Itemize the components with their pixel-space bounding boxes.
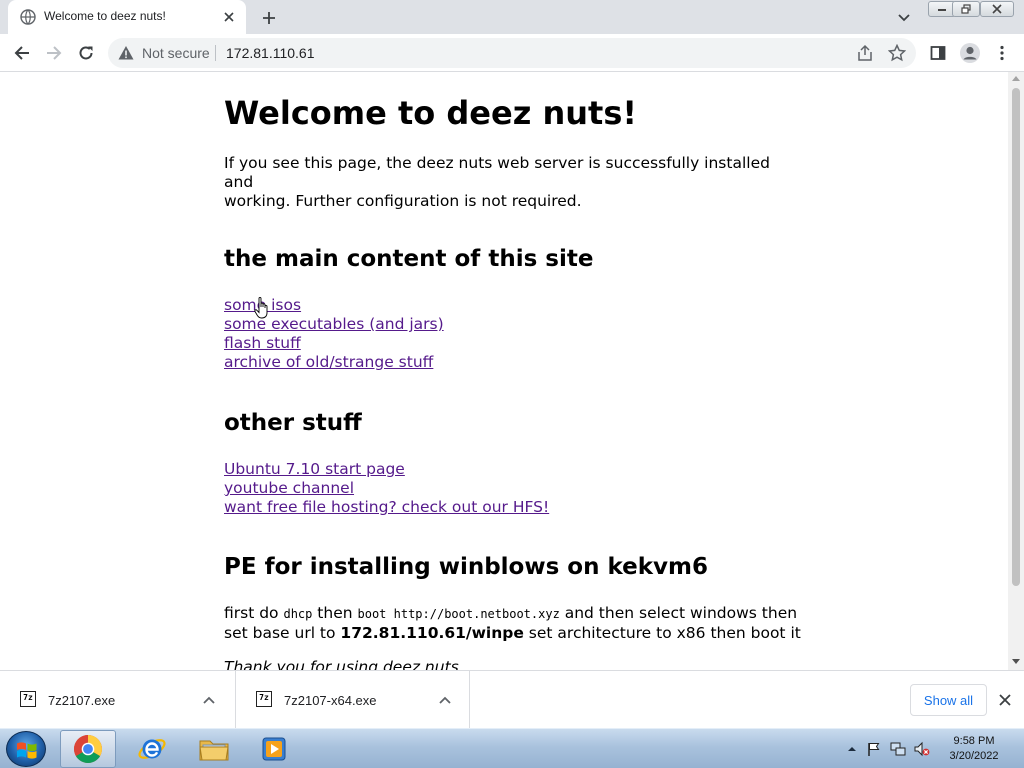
pe-text: and then select windows then (559, 604, 798, 622)
show-hidden-icons-icon[interactable] (844, 741, 860, 757)
tab-close-icon[interactable] (220, 8, 238, 26)
windows-logo-icon (17, 742, 37, 759)
network-icon[interactable] (890, 741, 906, 757)
thanks-text: Thank you for using deez nuts. (224, 658, 464, 670)
archive-file-icon: 7z (20, 691, 36, 707)
page-viewport[interactable]: Welcome to deez nuts! If you see this pa… (0, 72, 1008, 670)
tab-search-button[interactable] (894, 8, 914, 28)
taskbar-internet-explorer[interactable] (124, 730, 180, 768)
profile-button[interactable] (958, 41, 982, 65)
intro-paragraph: If you see this page, the deez nuts web … (224, 154, 784, 211)
security-status[interactable]: Not secure (142, 45, 210, 61)
intro-line: If you see this page, the deez nuts web … (224, 154, 770, 191)
action-center-flag-icon[interactable] (866, 741, 882, 757)
scroll-down-arrow-icon[interactable] (1012, 659, 1020, 664)
taskbar-clock[interactable]: 9:58 PM 3/20/2022 (936, 734, 1012, 764)
link-youtube-channel[interactable]: youtube channel (224, 479, 354, 497)
restore-icon (961, 4, 971, 14)
browser-tab[interactable]: Welcome to deez nuts! (8, 0, 246, 34)
folder-icon (199, 740, 229, 761)
bookmark-star-icon[interactable] (888, 44, 906, 62)
warning-icon[interactable] (118, 45, 134, 61)
pe-base-url: 172.81.110.61/winpe (340, 624, 524, 642)
chevron-down-icon (898, 14, 910, 22)
downloads-bar: 7z 7z2107.exe 7z 7z2107-x64.exe Show all (0, 670, 1024, 729)
media-player-icon (262, 737, 286, 761)
taskbar-chrome[interactable] (60, 730, 116, 768)
menu-button[interactable] (990, 41, 1014, 65)
arrow-right-icon (47, 46, 62, 60)
arrow-left-icon (14, 46, 29, 60)
link-flash-stuff[interactable]: flash stuff (224, 334, 301, 352)
pe-text: set architecture to x86 then boot it (523, 624, 801, 642)
chrome-icon (74, 735, 102, 763)
address-bar[interactable]: Not secure 172.81.110.61 (108, 38, 916, 68)
avatar-icon (960, 43, 980, 63)
section-heading-main-content: the main content of this site (224, 246, 594, 272)
taskbar-media-player[interactable] (246, 730, 302, 768)
section-heading-other-stuff: other stuff (224, 410, 362, 436)
chevron-up-icon[interactable] (438, 693, 452, 707)
side-panel-icon (930, 46, 946, 60)
reload-button[interactable] (74, 41, 98, 65)
intro-line: working. Further configuration is not re… (224, 192, 582, 210)
taskbar-file-explorer[interactable] (186, 730, 242, 768)
download-item[interactable]: 7z 7z2107-x64.exe (236, 671, 470, 729)
new-tab-button[interactable] (258, 7, 280, 29)
link-hfs-hosting[interactable]: want free file hosting? check out our HF… (224, 498, 549, 516)
window-close-button[interactable] (980, 1, 1014, 17)
chevron-up-icon[interactable] (202, 693, 216, 707)
reload-icon (79, 46, 93, 60)
tab-title: Welcome to deez nuts! (44, 9, 166, 23)
side-panel-button[interactable] (926, 41, 950, 65)
download-filename: 7z2107-x64.exe (284, 693, 377, 708)
start-button[interactable] (6, 731, 46, 767)
pe-instructions: first do dhcp then boot http://boot.netb… (224, 604, 804, 643)
address-separator (215, 45, 216, 61)
share-icon[interactable] (856, 44, 874, 62)
pe-text: set base url to (224, 624, 341, 642)
pe-code-boot: boot http://boot.netboot.xyz (357, 607, 560, 621)
internet-explorer-icon (138, 739, 166, 759)
minimize-icon (938, 9, 946, 11)
clock-time: 9:58 PM (953, 735, 995, 747)
section-heading-pe: PE for installing winblows on kekvm6 (224, 554, 709, 580)
download-item[interactable]: 7z 7z2107.exe (0, 671, 236, 729)
link-archive[interactable]: archive of old/strange stuff (224, 353, 433, 371)
forward-button[interactable] (42, 41, 66, 65)
page-title: Welcome to deez nuts! (224, 94, 637, 132)
close-icon (992, 4, 1002, 14)
back-button[interactable] (10, 41, 34, 65)
close-downloads-icon[interactable] (996, 691, 1014, 709)
pe-code-dhcp: dhcp (283, 607, 313, 621)
scrollbar-thumb[interactable] (1012, 88, 1020, 586)
clock-date: 3/20/2022 (949, 750, 999, 762)
pe-text: first do (224, 604, 284, 622)
more-vert-icon (1000, 45, 1004, 61)
link-ubuntu-start-page[interactable]: Ubuntu 7.10 start page (224, 460, 405, 478)
pe-text: then (312, 604, 358, 622)
scroll-up-arrow-icon[interactable] (1012, 76, 1020, 81)
plus-icon (263, 12, 275, 24)
window-restore-button[interactable] (952, 1, 980, 17)
volume-muted-icon[interactable] (914, 741, 930, 757)
globe-icon (20, 9, 36, 25)
hand-cursor-icon (254, 297, 268, 319)
vertical-scrollbar[interactable] (1008, 72, 1024, 670)
browser-toolbar: Not secure 172.81.110.61 (0, 34, 1024, 72)
download-filename: 7z2107.exe (48, 693, 116, 708)
archive-file-icon: 7z (256, 691, 272, 707)
show-all-downloads-button[interactable]: Show all (910, 684, 987, 716)
url-text[interactable]: 172.81.110.61 (226, 45, 315, 61)
windows-taskbar: 9:58 PM 3/20/2022 (0, 728, 1024, 768)
tab-strip: Welcome to deez nuts! (0, 0, 1024, 34)
